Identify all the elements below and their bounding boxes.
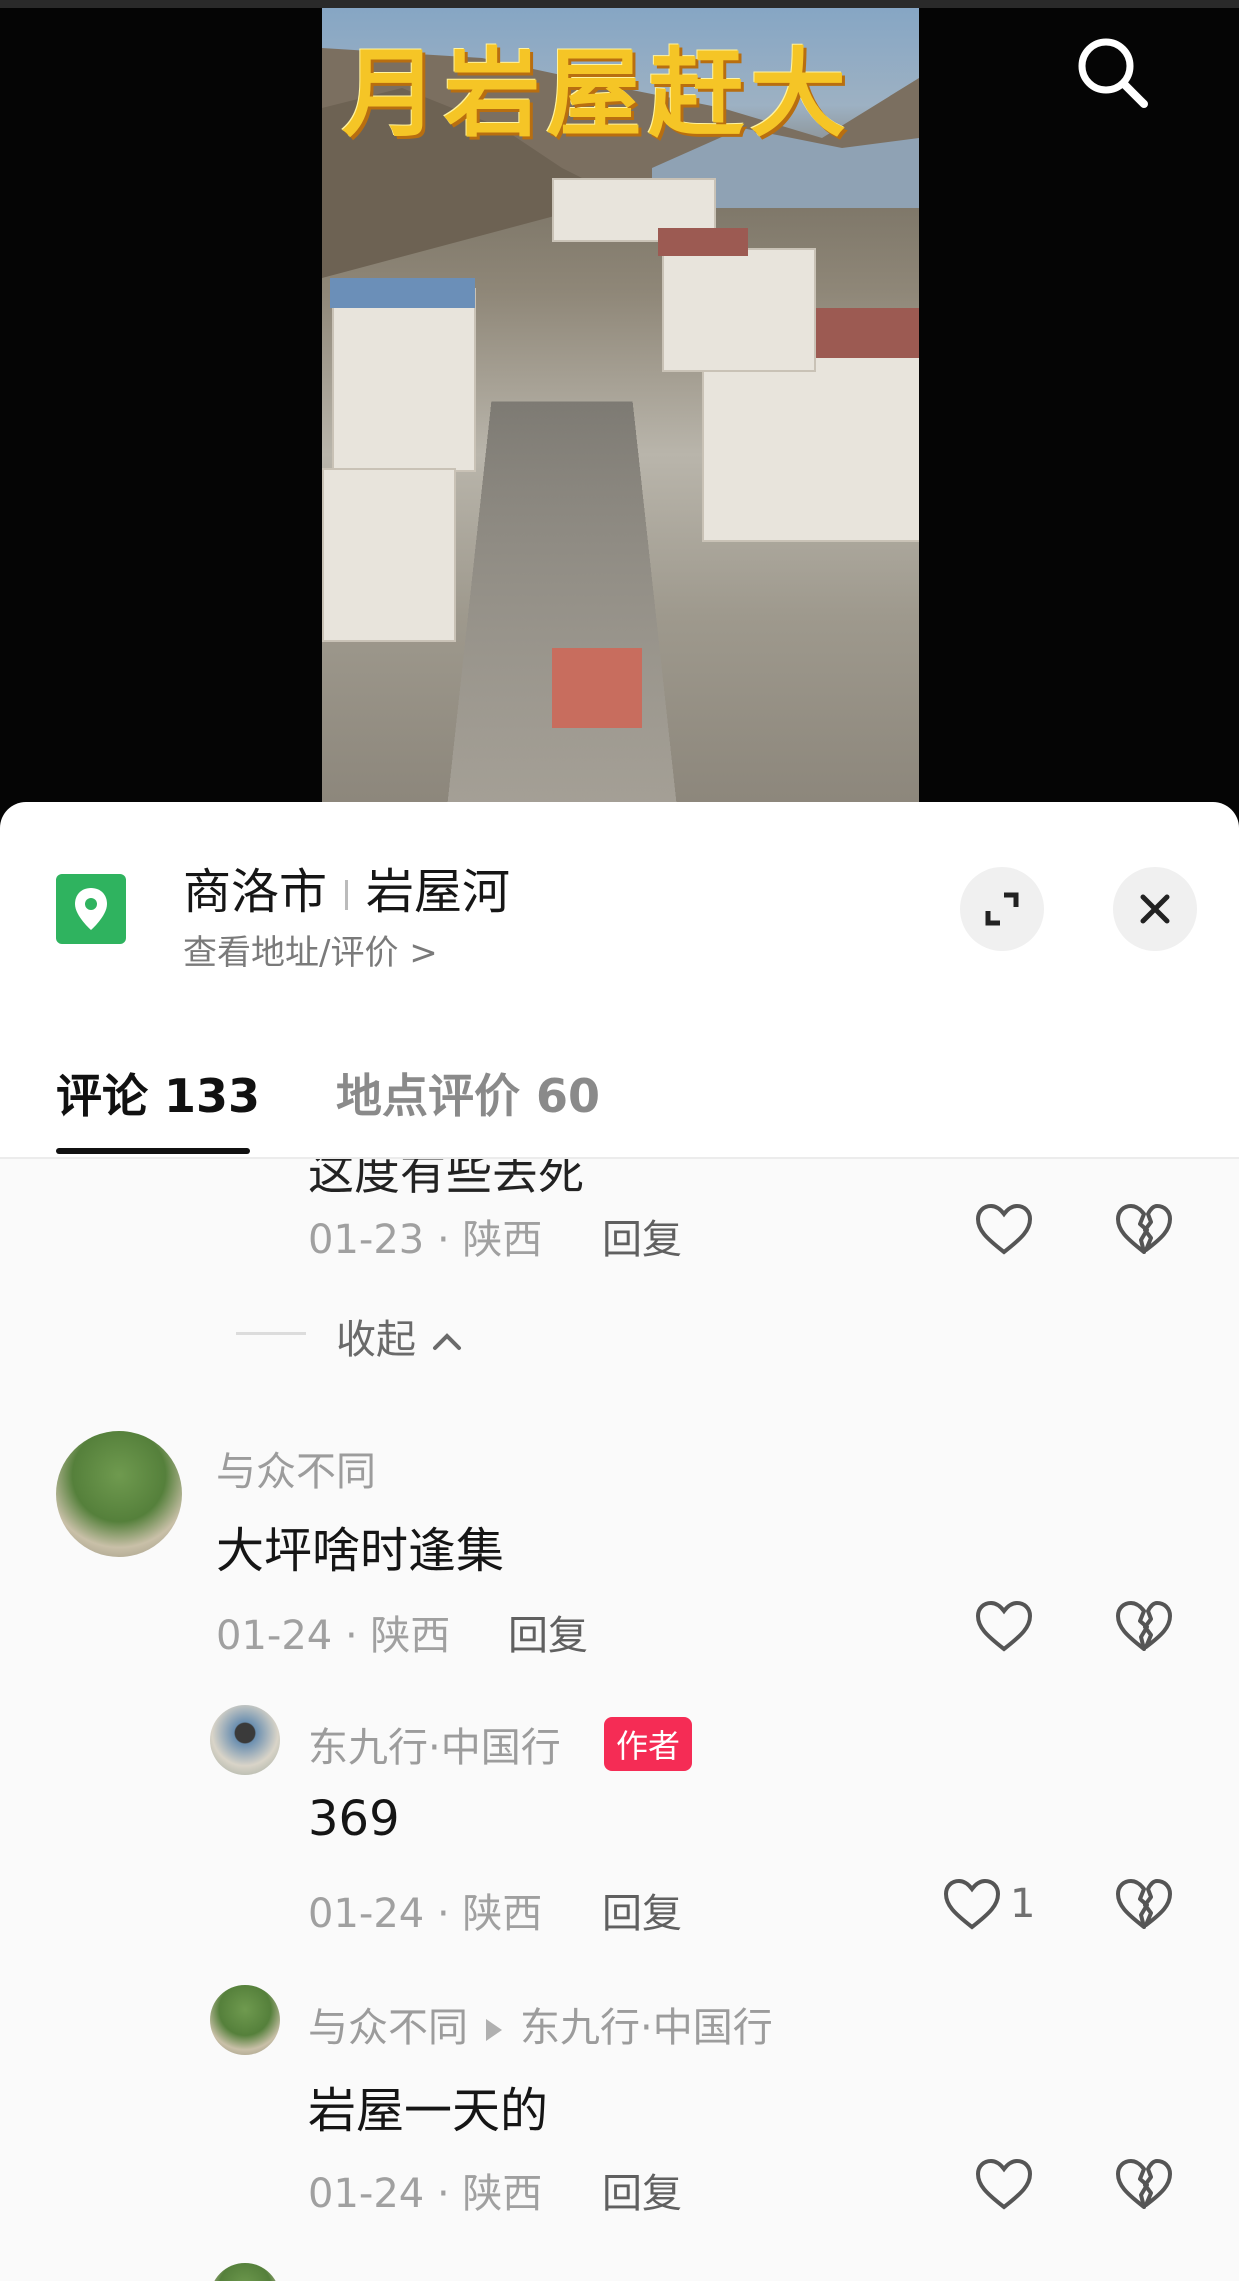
expand-icon <box>985 892 1019 926</box>
author-badge: 作者 <box>604 1717 693 1771</box>
close-icon <box>1140 894 1170 924</box>
tab-comments[interactable]: 评论 133 <box>56 1060 260 1126</box>
location-city: 商洛市 <box>183 864 328 920</box>
comment-meta: 01-24 · 陕西 <box>308 2171 543 2217</box>
building-roof <box>658 228 748 256</box>
search-icon <box>1078 38 1148 108</box>
avatar[interactable] <box>56 1431 182 1557</box>
like-count: 1 <box>1010 1881 1036 1927</box>
dislike-broken-heart-icon[interactable] <box>1114 1202 1174 1258</box>
comment-meta: 01-23 · 陕西 <box>308 1217 543 1263</box>
avatar[interactable] <box>210 1985 280 2055</box>
comment-username[interactable]: 与众不同 <box>216 1439 376 1497</box>
location-place: 岩屋河 <box>366 864 511 920</box>
status-strip <box>0 0 1239 8</box>
like-heart-icon[interactable] <box>942 1877 1002 1933</box>
comment-text-clipped: 这度有些丢死 <box>308 1159 584 1200</box>
dislike-broken-heart-icon[interactable] <box>1114 1599 1174 1655</box>
comments-list[interactable]: 这度有些丢死 01-23 · 陕西 回复 收起 与众不同 大坪啥时逢集 01-2… <box>0 1159 1239 2281</box>
dislike-broken-heart-icon[interactable] <box>1114 1877 1174 1933</box>
reply-button[interactable]: 回复 <box>602 2161 682 2219</box>
building-roof <box>330 278 475 308</box>
location-pin-icon <box>56 874 126 944</box>
reply-to-username[interactable]: 东九行·中国行 <box>520 2005 773 2051</box>
collapse-label: 收起 <box>336 1317 416 1363</box>
title-separator <box>345 880 349 910</box>
like-heart-icon[interactable] <box>974 1202 1034 1258</box>
building <box>322 468 456 642</box>
comment-username[interactable]: 与众不同 <box>308 2005 468 2051</box>
tab-active-indicator <box>56 1148 250 1154</box>
reply-header: 与众不同 东九行·中国行 <box>308 1995 773 2053</box>
avatar[interactable] <box>210 1705 280 1775</box>
view-address-link[interactable]: 查看地址/评价 > <box>183 925 438 974</box>
comment-text: 369 <box>308 1791 400 1847</box>
reply-button[interactable]: 回复 <box>602 1207 682 1265</box>
reply-arrow-icon <box>486 2019 502 2041</box>
collapse-replies-button[interactable]: 收起 <box>336 1307 465 1365</box>
comment-text: 岩屋一天的 <box>308 2083 549 2139</box>
like-heart-icon[interactable] <box>974 1599 1034 1655</box>
video-player[interactable]: 月岩屋赶大 <box>0 0 1239 820</box>
building <box>332 288 476 472</box>
search-button[interactable] <box>1070 30 1154 114</box>
close-button[interactable] <box>1113 867 1197 951</box>
dislike-broken-heart-icon[interactable] <box>1114 2157 1174 2213</box>
comment-meta: 01-24 · 陕西 <box>308 1891 543 1937</box>
avatar[interactable] <box>210 2263 280 2281</box>
market-stall <box>552 648 642 728</box>
reply-button[interactable]: 回复 <box>602 1881 682 1939</box>
reply-button[interactable]: 回复 <box>508 1603 588 1661</box>
video-banner-text: 月岩屋赶大 <box>342 38 852 150</box>
video-frame[interactable]: 月岩屋赶大 <box>322 8 919 820</box>
chevron-up-icon <box>432 1333 461 1350</box>
collapse-divider <box>236 1332 306 1335</box>
comment-text: 大坪啥时逢集 <box>216 1523 505 1579</box>
comment-username[interactable]: 东九行·中国行 <box>308 1715 561 1773</box>
like-heart-icon[interactable] <box>974 2157 1034 2213</box>
location-title[interactable]: 商洛市 岩屋河 <box>183 852 510 922</box>
building <box>662 248 816 372</box>
comment-meta: 01-24 · 陕西 <box>216 1613 451 1659</box>
tab-place-reviews[interactable]: 地点评价 60 <box>336 1060 600 1126</box>
expand-button[interactable] <box>960 867 1044 951</box>
